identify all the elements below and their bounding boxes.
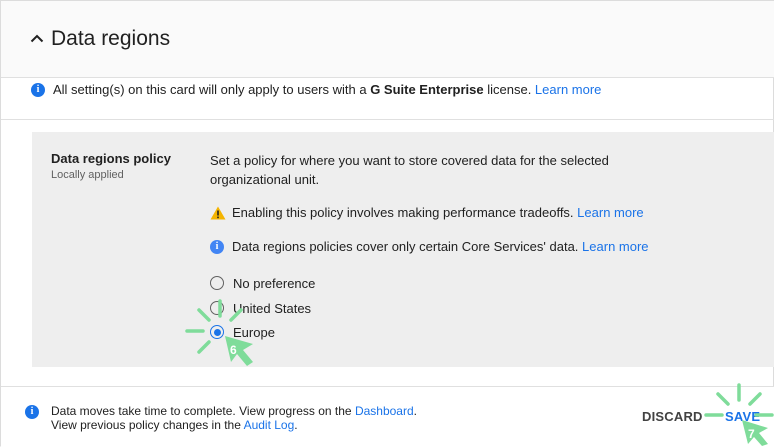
- info-learn-more-link[interactable]: Learn more: [582, 239, 648, 254]
- policy-label: Data regions policy: [51, 151, 171, 166]
- radio-button[interactable]: [210, 301, 224, 315]
- warning-icon: [210, 206, 226, 220]
- data-regions-card: Data regions i All setting(s) on this ca…: [0, 0, 774, 447]
- discard-button[interactable]: DISCARD: [642, 409, 703, 424]
- save-button[interactable]: SAVE: [725, 409, 760, 424]
- dashboard-link[interactable]: Dashboard: [355, 404, 414, 418]
- info-icon: i: [210, 240, 224, 254]
- card-title: Data regions: [51, 27, 171, 50]
- card-footer: i Data moves take time to complete. View…: [1, 386, 774, 447]
- info-text: Data regions policies cover only certain…: [232, 239, 583, 254]
- warning-text: Enabling this policy involves making per…: [232, 205, 578, 220]
- policy-description: Set a policy for where you want to store…: [210, 153, 609, 187]
- license-notice-text: All setting(s) on this card will only ap…: [53, 82, 602, 97]
- license-notice: i All setting(s) on this card will only …: [1, 78, 774, 120]
- radio-button[interactable]: [210, 276, 224, 290]
- card-header[interactable]: Data regions: [1, 1, 774, 78]
- footer-text: Data moves take time to complete. View p…: [51, 404, 417, 432]
- warning-learn-more-link[interactable]: Learn more: [577, 205, 643, 220]
- chevron-up-icon[interactable]: [30, 33, 44, 43]
- policy-sublabel: Locally applied: [51, 169, 124, 181]
- radio-button-selected[interactable]: [210, 325, 224, 339]
- radio-label: United States: [233, 301, 312, 316]
- audit-log-link[interactable]: Audit Log: [244, 418, 295, 432]
- info-icon: i: [31, 83, 45, 97]
- learn-more-link[interactable]: Learn more: [535, 82, 601, 97]
- policy-panel: Data regions policy Locally applied Set …: [32, 132, 774, 367]
- radio-label: No preference: [233, 276, 316, 291]
- radio-label: Europe: [233, 325, 275, 340]
- info-icon: i: [25, 405, 39, 419]
